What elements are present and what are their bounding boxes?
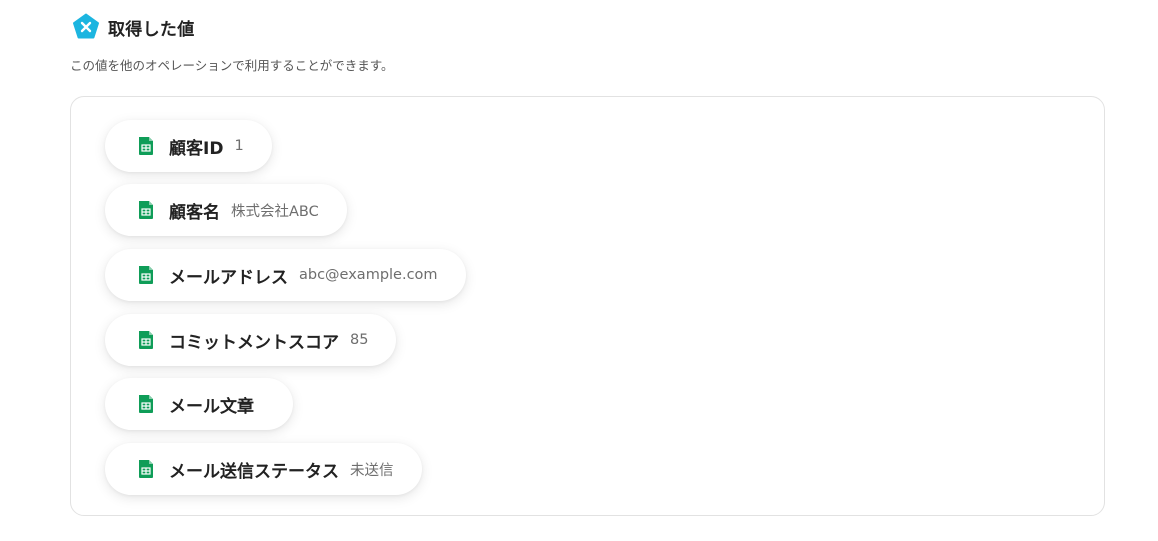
google-sheets-icon xyxy=(137,459,155,479)
output-value: 1 xyxy=(234,138,244,154)
yoom-pentagon-icon xyxy=(72,13,100,41)
google-sheets-icon xyxy=(137,265,155,285)
output-value: 未送信 xyxy=(350,462,394,479)
output-label: コミットメントスコア xyxy=(169,332,339,353)
page-title: 取得した値 xyxy=(108,19,195,40)
output-chip-email-body[interactable]: メール文章 xyxy=(105,378,293,430)
output-label: メール送信ステータス xyxy=(169,461,339,482)
google-sheets-icon xyxy=(137,200,155,220)
output-values-panel: 顧客ID 1 顧客名 株式会社ABC メールアドレス abc@example.c… xyxy=(70,96,1105,516)
output-value: 85 xyxy=(350,332,369,348)
output-value: abc@example.com xyxy=(299,267,438,283)
output-chip-email[interactable]: メールアドレス abc@example.com xyxy=(105,249,466,301)
output-chip-customer-name[interactable]: 顧客名 株式会社ABC xyxy=(105,184,347,236)
google-sheets-icon xyxy=(137,330,155,350)
google-sheets-icon xyxy=(137,394,155,414)
output-label: メール文章 xyxy=(169,396,254,417)
output-label: 顧客ID xyxy=(169,138,224,159)
output-chip-customer-id[interactable]: 顧客ID 1 xyxy=(105,120,272,172)
section-header: 取得した値 xyxy=(72,12,195,42)
output-chip-email-status[interactable]: メール送信ステータス 未送信 xyxy=(105,443,422,495)
google-sheets-icon xyxy=(137,136,155,156)
output-label: 顧客名 xyxy=(169,202,220,223)
output-label: メールアドレス xyxy=(169,267,288,288)
output-chip-commitment-score[interactable]: コミットメントスコア 85 xyxy=(105,314,397,366)
section-description: この値を他のオペレーションで利用することができます。 xyxy=(70,58,394,73)
output-value: 株式会社ABC xyxy=(231,203,319,220)
